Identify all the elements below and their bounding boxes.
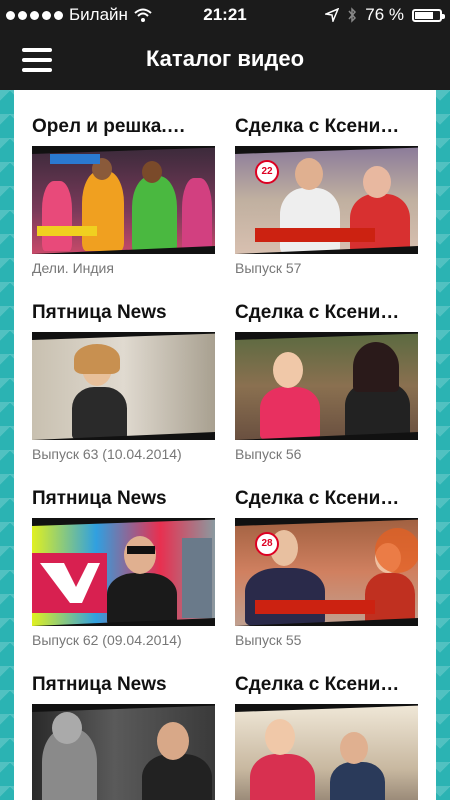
battery-icon (412, 8, 445, 22)
video-subtitle: Дели. Индия (32, 260, 114, 276)
video-card[interactable]: Сделка с Ксени… 22 Выпуск 57 (235, 116, 420, 276)
video-card[interactable]: Орел и решка.… Дели. Индия (32, 116, 217, 276)
video-thumbnail[interactable] (32, 518, 215, 626)
video-title: Сделка с Ксени… (235, 674, 400, 695)
video-thumbnail[interactable]: 22 (235, 146, 418, 254)
video-title: Пятница News (32, 302, 167, 323)
video-thumbnail[interactable] (235, 332, 418, 440)
status-right: 76 % (325, 5, 445, 25)
battery-percent: 76 % (365, 5, 404, 24)
video-thumbnail[interactable] (32, 332, 215, 440)
location-icon (325, 8, 340, 22)
video-subtitle: Выпуск 57 (235, 260, 302, 276)
video-thumbnail[interactable] (32, 704, 215, 800)
video-card[interactable]: Пятница News Выпуск 62 (09.04.2014) (32, 488, 217, 648)
video-thumbnail[interactable] (235, 704, 418, 800)
video-thumbnail[interactable]: 28 (235, 518, 418, 626)
video-subtitle: Выпуск 62 (09.04.2014) (32, 632, 182, 648)
video-card[interactable]: Пятница News Выпуск 63 (10.04.2014) (32, 302, 217, 462)
video-title: Сделка с Ксени… (235, 488, 400, 509)
video-catalog-grid[interactable]: Орел и решка.… Дели. Индия Сделка с Ксен… (14, 90, 436, 800)
status-bar: Билайн 21:21 76 % (0, 0, 450, 30)
video-title: Сделка с Ксени… (235, 302, 400, 323)
page-title: Каталог видео (145, 46, 305, 71)
navigation-bar: Каталог видео (0, 30, 450, 90)
video-title: Пятница News (32, 674, 167, 695)
video-title: Орел и решка.… (32, 116, 186, 137)
video-card[interactable]: Сделка с Ксени… (235, 674, 420, 800)
video-card[interactable]: Сделка с Ксени… Выпуск 56 (235, 302, 420, 462)
video-subtitle: Выпуск 56 (235, 446, 302, 462)
video-subtitle: Выпуск 55 (235, 632, 302, 648)
video-thumbnail[interactable] (32, 146, 215, 254)
video-card[interactable]: Пятница News (32, 674, 217, 800)
video-card[interactable]: Сделка с Ксени… 28 Выпуск 55 (235, 488, 420, 648)
video-title: Пятница News (32, 488, 167, 509)
video-title: Сделка с Ксени… (235, 116, 400, 137)
bluetooth-icon (348, 7, 357, 23)
video-subtitle: Выпуск 63 (10.04.2014) (32, 446, 182, 462)
